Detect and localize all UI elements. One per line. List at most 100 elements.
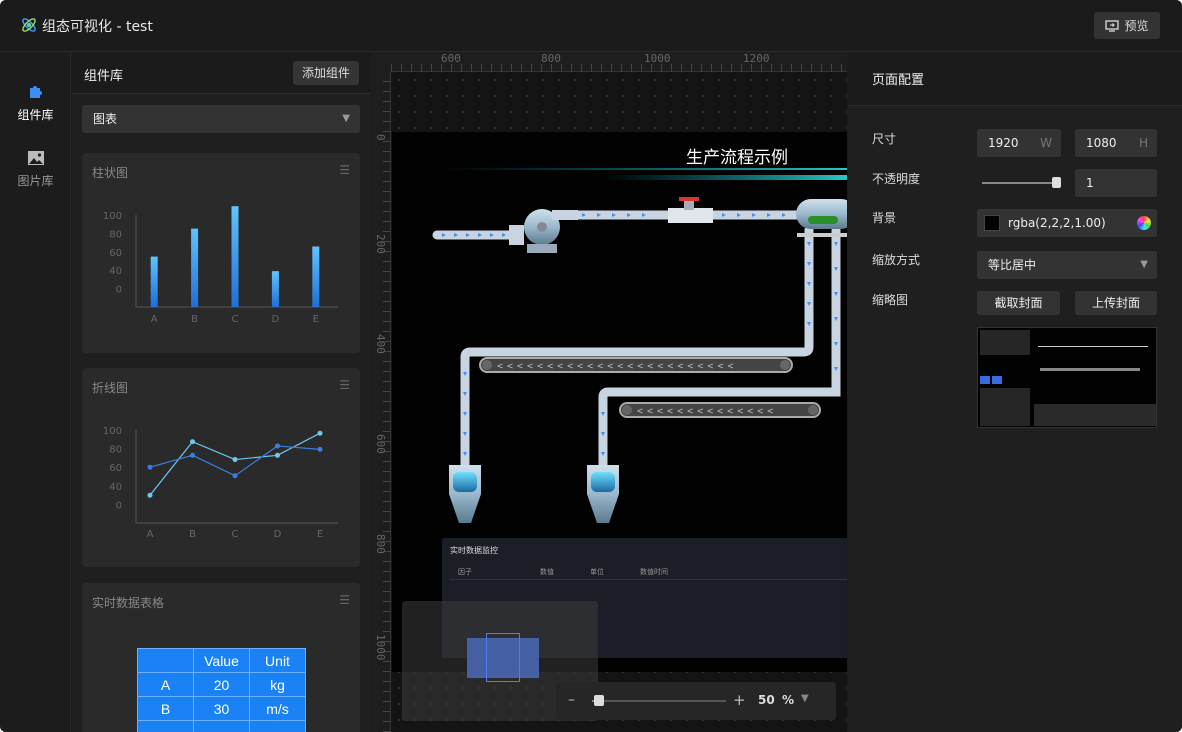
- ruler-label: 1000: [374, 634, 387, 661]
- vertical-ruler[interactable]: 0 200 400 600 800 1000: [371, 72, 391, 732]
- zoom-in-button[interactable]: +: [733, 691, 746, 709]
- table-header-row: Value Unit: [137, 648, 306, 673]
- bar: [271, 271, 279, 307]
- hopper: [449, 465, 481, 523]
- ruler-label: 600: [374, 434, 387, 454]
- y-tick-label: 0: [116, 500, 122, 511]
- thumb-block: [1034, 404, 1156, 426]
- color-picker-icon[interactable]: [1137, 216, 1151, 230]
- y-tick-label: 60: [109, 463, 122, 474]
- app-title: 组态可视化 - test: [42, 19, 153, 35]
- bar: [312, 246, 320, 307]
- upload-cover-button[interactable]: 上传封面: [1075, 291, 1157, 315]
- logo-icon: [22, 18, 36, 32]
- editor-canvas[interactable]: 600 800 1000 1200 0 200 400 600 800 1000…: [371, 52, 847, 732]
- background-color-input[interactable]: rgba(2,2,2,1.00): [977, 209, 1157, 237]
- series-line: [149, 432, 321, 496]
- table-card[interactable]: 实时数据表格 ☰ Value Unit A 20 kg B 30 m/s: [82, 583, 360, 732]
- caret-down-icon[interactable]: ▼: [801, 693, 809, 704]
- sample-table: Value Unit A 20 kg B 30 m/s: [137, 648, 306, 732]
- opacity-label: 不透明度: [872, 172, 921, 186]
- table-row: B 30 m/s: [137, 696, 306, 721]
- table-cell: 20: [193, 672, 250, 697]
- nav-item-components[interactable]: 组件库: [0, 82, 71, 123]
- color-swatch[interactable]: [984, 215, 1000, 231]
- table-header-cell: Unit: [249, 648, 306, 673]
- table-cell: m/s: [249, 696, 306, 721]
- thumb-block: [980, 376, 990, 384]
- zoom-unit: %: [782, 693, 795, 707]
- bar: [231, 206, 239, 307]
- puzzle-icon: [29, 86, 42, 98]
- opacity-input[interactable]: 1: [1075, 169, 1157, 197]
- scale-value: 等比居中: [988, 258, 1037, 272]
- panel-title: 页面配置: [872, 73, 925, 88]
- opacity-slider[interactable]: [982, 177, 1061, 188]
- y-tick-label: 100: [103, 426, 122, 437]
- ruler-label: 800: [374, 534, 387, 554]
- thumb-block: [980, 388, 1030, 426]
- opacity-slider-thumb[interactable]: [1052, 177, 1061, 188]
- app-window: 组态可视化 - test 预览 组件库 图片库 组件库 添加组件 图表 ▼ 柱状…: [0, 0, 1182, 732]
- monitor-col: 数值时间: [640, 568, 668, 576]
- table-header-cell: [137, 648, 194, 673]
- scale-mode-select[interactable]: 等比居中 ▼: [977, 251, 1157, 279]
- capture-cover-button[interactable]: 截取封面: [977, 291, 1060, 315]
- thumbnail-preview: [977, 327, 1157, 428]
- category-value: 图表: [93, 112, 118, 126]
- zoom-value: 50: [758, 693, 775, 707]
- y-tick-label: 40: [109, 266, 122, 277]
- y-tick-label: 40: [109, 482, 122, 493]
- bar-chart-card[interactable]: 柱状图 ☰ 100 80 60 40 0 A B C D E: [82, 153, 360, 353]
- monitor-icon: [1105, 19, 1120, 32]
- minimap-viewport[interactable]: [486, 633, 520, 682]
- ruler-ticks: [383, 72, 391, 732]
- table-row: A 20 kg: [137, 672, 306, 697]
- bar: [191, 228, 199, 307]
- height-suffix: H: [1138, 136, 1148, 150]
- x-tick-label: E: [317, 529, 323, 540]
- top-header: 组态可视化 - test 预览: [0, 0, 1182, 52]
- data-point: [317, 430, 323, 436]
- image-icon: [27, 151, 44, 165]
- add-component-button[interactable]: 添加组件: [292, 61, 359, 85]
- glow-line: [602, 175, 847, 180]
- svg-text:<<<<<<<<<<<<<<: <<<<<<<<<<<<<<: [637, 406, 777, 417]
- zoom-out-button[interactable]: –: [568, 692, 575, 708]
- library-title: 组件库: [84, 69, 124, 84]
- line-chart: 100 80 60 40 0 A B C D E: [103, 426, 338, 540]
- nav-label: 图片库: [17, 174, 54, 188]
- thumb-pipe: [1040, 368, 1140, 371]
- width-value: 1920: [988, 136, 1019, 150]
- zoom-slider[interactable]: [592, 695, 726, 706]
- preview-button[interactable]: 预览: [1094, 12, 1160, 39]
- data-point: [275, 452, 280, 458]
- caret-down-icon: ▼: [1140, 259, 1148, 270]
- height-input[interactable]: 1080 H: [1075, 129, 1157, 157]
- conveyor-belt: <<<<<<<<<<<<<<<<<<<<<<<<: [479, 357, 793, 373]
- design-page[interactable]: 生产流程示例 <<<<<<<<<<<<<<<<<<<<<<<< <<<<<<<<…: [392, 132, 847, 672]
- monitor-col: 单位: [590, 568, 604, 576]
- monitor-title: 实时数据监控: [450, 546, 498, 555]
- thumbnail-label: 缩略图: [872, 293, 909, 307]
- preview-label: 预览: [1124, 19, 1149, 33]
- y-tick-label: 100: [103, 211, 122, 222]
- page-config-panel: 页面配置 尺寸 1920 W 1080 H 不透明度 1 背景 rgba(2,2…: [848, 52, 1182, 732]
- table-cell: B: [137, 696, 194, 721]
- width-input[interactable]: 1920 W: [977, 129, 1061, 157]
- scale-label: 缩放方式: [872, 253, 921, 267]
- side-nav: 组件库 图片库: [0, 52, 71, 732]
- nav-item-images[interactable]: 图片库: [0, 150, 71, 189]
- data-point: [147, 492, 153, 498]
- horizontal-ruler[interactable]: 600 800 1000 1200: [391, 52, 847, 72]
- category-select[interactable]: 图表 ▼: [82, 105, 360, 133]
- bar-chart: 100 80 60 40 0 A B C D E: [103, 206, 338, 325]
- menu-icon[interactable]: ☰: [339, 593, 350, 607]
- data-point: [275, 443, 280, 449]
- pipe-network: [432, 210, 841, 472]
- thumb-block: [980, 330, 1030, 355]
- x-tick-label: E: [313, 314, 319, 325]
- zoom-slider-thumb[interactable]: [593, 695, 604, 706]
- line-chart-card[interactable]: 折线图 ☰ 100 80 60 40 0 A B C D E: [82, 368, 360, 567]
- y-tick-label: 0: [116, 285, 122, 296]
